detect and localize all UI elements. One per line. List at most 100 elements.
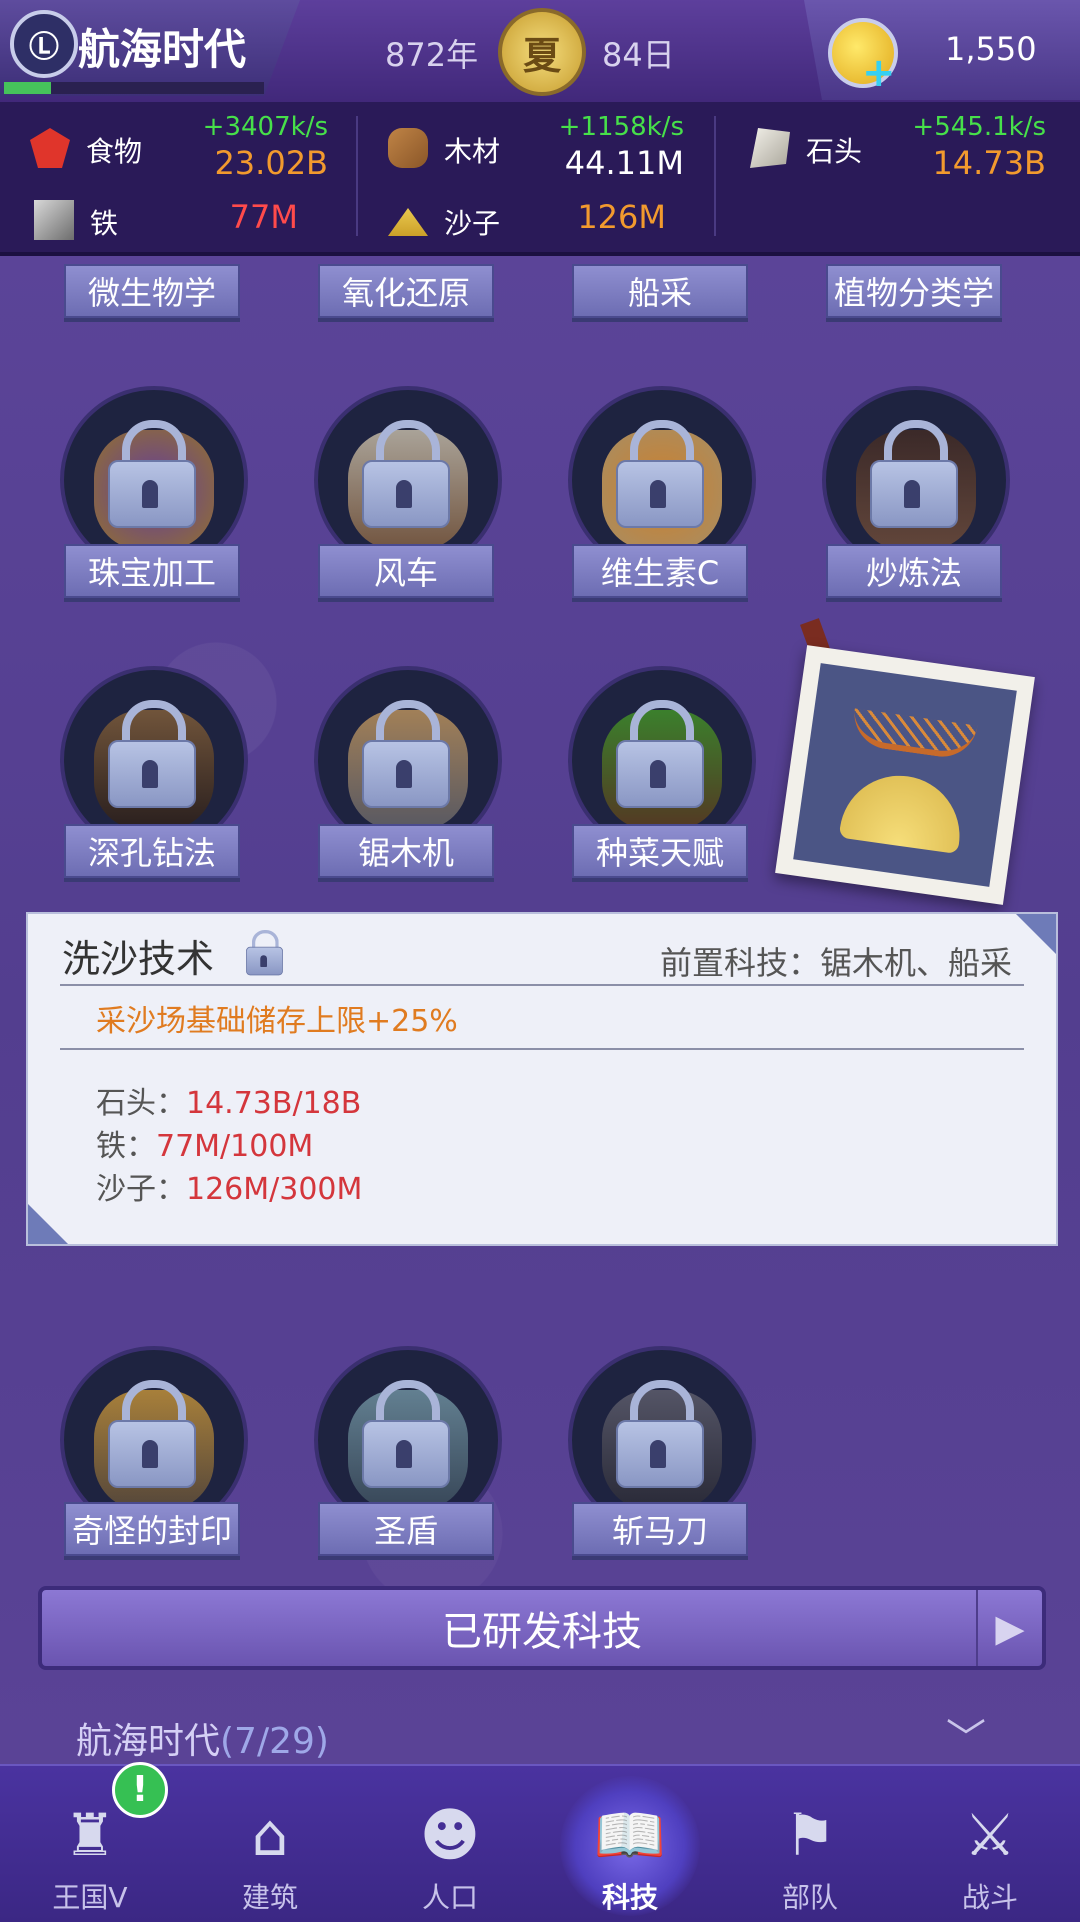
tech-label[interactable]: 锯木机 <box>318 824 494 878</box>
tech-label[interactable]: 炒炼法 <box>826 544 1002 598</box>
requirement-iron: 铁：77M/100M <box>96 1129 314 1164</box>
requirement-sand: 沙子：126M/300M <box>96 1172 363 1207</box>
divider <box>60 1048 1024 1050</box>
stone-icon <box>750 128 790 168</box>
tech-label[interactable]: 深孔钻法 <box>64 824 240 878</box>
chevron-down-icon[interactable]: ﹀ <box>946 1706 986 1764</box>
card-corner <box>28 1204 68 1244</box>
lock-icon <box>108 1380 196 1488</box>
resource-panel: 食物 +3407k/s 23.02B 木材 +1158k/s 44.11M 石头… <box>0 102 1080 256</box>
divider <box>356 116 358 236</box>
coin-count: 1,550 <box>945 30 1037 68</box>
tech-tag-redox[interactable]: 氧化还原 <box>318 264 494 318</box>
add-coins-icon[interactable]: + <box>862 50 896 96</box>
banner-icon: ⚑ <box>784 1801 836 1869</box>
lock-icon <box>362 1380 450 1488</box>
resource-stone: 石头 +545.1k/s 14.73B <box>750 112 1046 182</box>
nav-label: 战斗 <box>961 1881 1018 1914</box>
tech-label[interactable]: 维生素C <box>572 544 748 598</box>
resource-name: 木材 <box>444 135 501 168</box>
era-progress-fill <box>4 82 51 94</box>
nav-label: 建筑 <box>241 1881 298 1914</box>
lock-icon <box>108 700 196 808</box>
tech-tag-ship-mining[interactable]: 船采 <box>572 264 748 318</box>
nav-label: 王国V <box>52 1881 128 1914</box>
resource-name: 沙子 <box>444 207 501 240</box>
tech-tag-microbiology[interactable]: 微生物学 <box>64 264 240 318</box>
tech-label[interactable]: 种菜天赋 <box>572 824 748 878</box>
card-corner <box>1016 914 1056 954</box>
info-effect: 采沙场基础储存上限+25% <box>96 1004 458 1039</box>
info-prerequisites: 前置科技：锯木机、船采 <box>659 944 1012 982</box>
tech-tag-plant-taxonomy[interactable]: 植物分类学 <box>826 264 1002 318</box>
tech-label[interactable]: 圣盾 <box>318 1502 494 1556</box>
researched-tech-button[interactable]: 已研发科技 ▶ <box>38 1586 1046 1670</box>
lock-icon <box>362 420 450 528</box>
resource-amount: 23.02B <box>214 144 328 182</box>
resource-name: 食物 <box>86 135 143 168</box>
lock-icon <box>616 700 704 808</box>
requirement-stone: 石头：14.73B/18B <box>96 1086 362 1121</box>
sand-pile-icon <box>838 768 968 855</box>
tech-info-card: 洗沙技术 前置科技：锯木机、船采 采沙场基础储存上限+25% 石头：14.73B… <box>26 912 1058 1246</box>
nav-label: 部队 <box>781 1881 838 1914</box>
lock-icon <box>616 420 704 528</box>
resource-rate: +1158k/s <box>558 112 684 142</box>
play-arrow-icon: ▶ <box>976 1590 1042 1666</box>
divider <box>714 116 716 236</box>
era-section-header[interactable]: 航海时代(7/29) <box>76 1712 329 1764</box>
resource-name: 石头 <box>806 135 863 168</box>
nav-kingdom[interactable]: ♜ 王国V <box>30 1800 150 1916</box>
nav-technology[interactable]: 📖 科技 <box>570 1800 690 1916</box>
apple-icon <box>30 128 70 168</box>
nav-battle[interactable]: ⚔ 战斗 <box>930 1800 1050 1916</box>
nav-buildings[interactable]: ⌂ 建筑 <box>210 1800 330 1916</box>
day-label: 84日 <box>602 36 675 74</box>
tech-label[interactable]: 珠宝加工 <box>64 544 240 598</box>
person-icon: ☻ <box>419 1801 481 1869</box>
divider <box>60 984 1024 986</box>
resource-food: 食物 +3407k/s 23.02B <box>30 112 328 182</box>
sand-icon <box>388 208 428 236</box>
selected-tech-photo[interactable] <box>775 645 1035 905</box>
lock-icon <box>246 930 283 976</box>
year-label: 872年 <box>385 36 479 74</box>
tech-label[interactable]: 风车 <box>318 544 494 598</box>
tech-label[interactable]: 奇怪的封印 <box>64 1502 240 1556</box>
era-title: 航海时代 <box>78 25 247 74</box>
researched-tech-label: 已研发科技 <box>442 1609 642 1655</box>
resource-rate: +545.1k/s <box>912 112 1046 142</box>
nav-population[interactable]: ☻ 人口 <box>390 1800 510 1916</box>
resource-amount: 14.73B <box>932 144 1046 182</box>
nav-label: 人口 <box>421 1881 478 1914</box>
nav-troops[interactable]: ⚑ 部队 <box>750 1800 870 1916</box>
season-icon: 夏 <box>498 8 586 96</box>
swords-icon: ⚔ <box>964 1801 1016 1869</box>
sieve-icon <box>849 708 978 762</box>
resource-rate: +3407k/s <box>202 112 328 142</box>
resource-sand: 沙子 126M <box>388 184 666 254</box>
lock-icon <box>616 1380 704 1488</box>
book-icon: 📖 <box>593 1801 667 1869</box>
era-count: (7/29) <box>220 1721 329 1762</box>
era-logo-icon[interactable]: Ⓛ <box>10 10 78 78</box>
alert-badge-icon: ! <box>112 1762 168 1818</box>
sand-washing-image <box>793 663 1017 887</box>
resource-amount: 126M <box>577 198 666 236</box>
info-title: 洗沙技术 <box>62 937 215 981</box>
nav-label: 科技 <box>601 1881 658 1914</box>
era-name: 航海时代 <box>76 1721 221 1762</box>
lock-icon <box>108 420 196 528</box>
era-progress-bar <box>4 82 264 94</box>
lock-icon <box>870 420 958 528</box>
iron-icon <box>34 200 74 240</box>
resource-amount: 44.11M <box>564 144 684 182</box>
tech-label[interactable]: 斩马刀 <box>572 1502 748 1556</box>
lock-icon <box>362 700 450 808</box>
resource-amount: 77M <box>229 198 298 236</box>
resource-wood: 木材 +1158k/s 44.11M <box>388 112 684 182</box>
resource-name: 铁 <box>90 207 119 240</box>
wood-icon <box>388 128 428 168</box>
house-icon: ⌂ <box>251 1801 289 1869</box>
top-bar: Ⓛ 航海时代 872年 夏 84日 + 1,550 <box>0 0 1080 102</box>
